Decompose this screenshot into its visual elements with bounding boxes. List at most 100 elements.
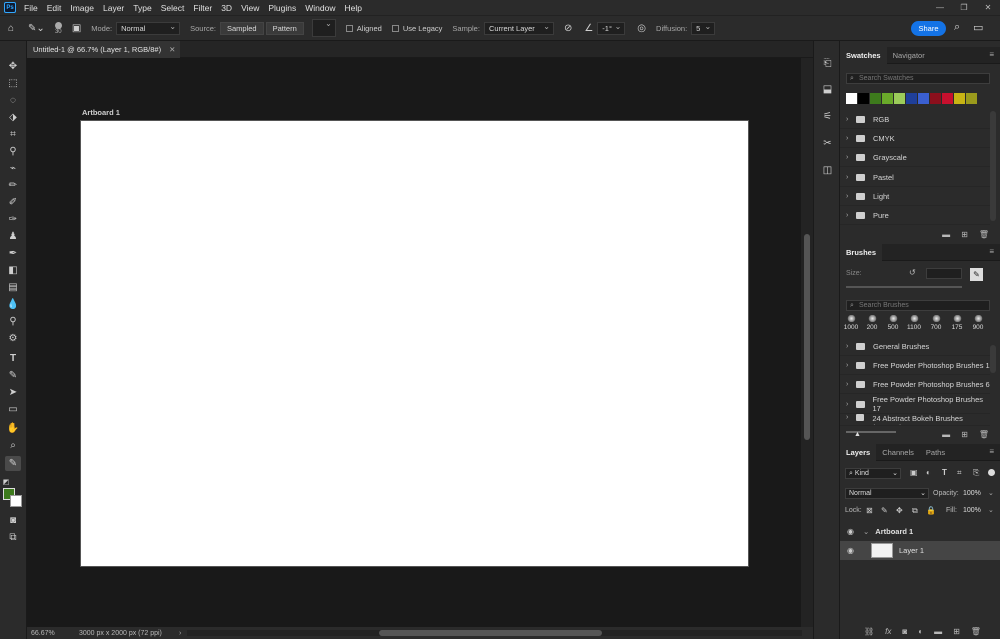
eraser-tool-icon[interactable]: ◧: [5, 263, 21, 278]
visibility-eye-icon[interactable]: ◉: [847, 546, 859, 555]
menu-view[interactable]: View: [241, 3, 259, 13]
chevron-down-icon[interactable]: ⌄: [988, 489, 994, 497]
brush-preset[interactable]: 200: [862, 315, 882, 331]
swatch-color[interactable]: [870, 93, 881, 104]
swatch-color[interactable]: [930, 93, 941, 104]
clone-stamp-tool-icon[interactable]: ♟: [5, 229, 21, 244]
blend-mode-select[interactable]: Normal ⌄: [845, 488, 929, 499]
mode-select[interactable]: Normal: [116, 21, 181, 35]
new-layer-icon[interactable]: ⊞: [953, 627, 960, 636]
filter-smart-object-icon[interactable]: ⎘: [973, 468, 979, 478]
menu-filter[interactable]: Filter: [193, 3, 212, 13]
zoom-level[interactable]: 66.67%: [31, 630, 69, 637]
share-button[interactable]: Share: [911, 21, 946, 36]
vertical-scrollbar-thumb[interactable]: [804, 234, 810, 440]
search-icon[interactable]: ⌕: [954, 21, 960, 34]
zoom-tool-icon[interactable]: ⌕: [5, 438, 21, 453]
type-tool-icon[interactable]: T: [5, 351, 21, 366]
brush-settings-icon[interactable]: ▣: [72, 23, 81, 34]
minimize-icon[interactable]: —: [928, 0, 952, 15]
artboard-canvas[interactable]: [80, 120, 749, 567]
chevron-down-icon[interactable]: ⌄: [988, 506, 994, 514]
ignore-adjustment-layers-icon[interactable]: ⊘: [564, 23, 572, 34]
filter-adjustment-icon[interactable]: ◐: [926, 468, 931, 477]
tab-brushes[interactable]: Brushes: [840, 243, 883, 261]
trash-icon[interactable]: 🗑: [979, 230, 989, 239]
filter-shape-icon[interactable]: ⌗: [957, 468, 962, 478]
artboard-label[interactable]: Artboard 1: [82, 108, 120, 117]
swatches-menu-icon[interactable]: ≡: [989, 50, 994, 59]
fill-input[interactable]: 100%: [963, 507, 981, 514]
artboard-layer-row[interactable]: ◉ ⌄ Artboard 1: [840, 522, 1000, 541]
new-group-icon[interactable]: ▬: [942, 430, 950, 439]
lock-position-icon[interactable]: ✥: [896, 506, 903, 515]
brush-preset[interactable]: 1000: [841, 315, 861, 331]
home-icon[interactable]: ⌂: [8, 23, 14, 34]
pen-tool-icon[interactable]: ⚙: [5, 331, 21, 346]
brushes-scrollbar[interactable]: [990, 345, 996, 373]
filter-type-icon[interactable]: T: [942, 468, 947, 477]
swatch-color[interactable]: [966, 93, 977, 104]
layer-row[interactable]: ◉ Layer 1: [840, 541, 1000, 560]
tab-navigator[interactable]: Navigator: [887, 47, 931, 64]
brush-tool-icon[interactable]: ✏: [5, 178, 21, 193]
swatch-color[interactable]: [918, 93, 929, 104]
swatch-group[interactable]: › Pure: [840, 206, 990, 225]
brushes-menu-icon[interactable]: ≡: [989, 247, 994, 256]
menu-image[interactable]: Image: [70, 3, 94, 13]
tab-paths[interactable]: Paths: [920, 444, 951, 461]
lasso-tool-icon[interactable]: ◌: [5, 93, 21, 108]
move-tool-icon[interactable]: ✥: [5, 59, 21, 74]
workspace-icon[interactable]: ▭: [973, 21, 983, 34]
brush-preset[interactable]: 175: [947, 315, 967, 331]
properties-panel-icon[interactable]: ⚟: [820, 109, 835, 124]
pattern-picker[interactable]: [311, 18, 336, 37]
swatch-color[interactable]: [858, 93, 869, 104]
swatch-group[interactable]: › RGB: [840, 110, 990, 129]
swatch-color[interactable]: [846, 93, 857, 104]
visibility-eye-icon[interactable]: ◉: [847, 527, 859, 536]
adjustment-layer-icon[interactable]: ◐: [918, 627, 923, 636]
use-legacy-checkbox[interactable]: Use Legacy: [391, 24, 442, 33]
tab-layers[interactable]: Layers: [840, 443, 877, 461]
libraries-panel-icon[interactable]: ◫: [820, 163, 835, 178]
status-menu-chevron-icon[interactable]: ›: [179, 630, 181, 637]
angle-input[interactable]: -1°: [597, 21, 626, 35]
brush-size-picker[interactable]: 30: [54, 21, 62, 35]
hand-tool-icon[interactable]: ✋: [5, 421, 21, 436]
marquee-tool-icon[interactable]: ⬚: [5, 76, 21, 91]
brush-group[interactable]: › 24 Abstract Bokeh Brushes (2500px): [840, 414, 990, 426]
menu-file[interactable]: File: [24, 3, 38, 13]
menu-layer[interactable]: Layer: [103, 3, 124, 13]
history-brush-tool-icon[interactable]: ✑: [5, 212, 21, 227]
healing-brush-preset-icon[interactable]: ✎⌄: [28, 23, 45, 34]
slider-handle-icon[interactable]: ▲: [854, 431, 861, 438]
object-selection-tool-icon[interactable]: ⬗: [5, 110, 21, 125]
swatch-color[interactable]: [906, 93, 917, 104]
lock-artboard-icon[interactable]: ⧉: [912, 506, 918, 516]
swatch-color[interactable]: [942, 93, 953, 104]
opacity-input[interactable]: 100%: [963, 490, 981, 497]
swatch-group[interactable]: › Grayscale: [840, 148, 990, 167]
brush-preset[interactable]: 900: [968, 315, 988, 331]
direct-selection-tool-icon[interactable]: ➤: [5, 385, 21, 400]
swatch-color[interactable]: [882, 93, 893, 104]
brush-size-input[interactable]: [926, 268, 962, 279]
dodge-tool-icon[interactable]: ⚲: [5, 314, 21, 329]
healing-brush-tool-icon[interactable]: ✎: [5, 456, 21, 471]
eyedropper-tool-icon[interactable]: ⚲: [5, 144, 21, 159]
source-pattern-button[interactable]: Pattern: [265, 21, 304, 35]
menu-help[interactable]: Help: [344, 3, 361, 13]
swatch-color[interactable]: [954, 93, 965, 104]
new-brush-icon[interactable]: ✎: [970, 268, 983, 281]
lock-image-icon[interactable]: ✎: [881, 506, 888, 515]
tab-swatches[interactable]: Swatches: [840, 46, 887, 64]
close-tab-icon[interactable]: ✕: [169, 45, 175, 54]
adjustments-panel-icon[interactable]: ⬓: [820, 82, 835, 97]
source-sampled-button[interactable]: Sampled: [219, 21, 264, 35]
tool-presets-panel-icon[interactable]: ✂: [820, 136, 835, 151]
swatch-color[interactable]: [894, 93, 905, 104]
mixer-brush-tool-icon[interactable]: ✐: [5, 195, 21, 210]
rectangle-tool-icon[interactable]: ▭: [5, 402, 21, 417]
brush-group[interactable]: › Free Powder Photoshop Brushes 6: [840, 375, 990, 394]
